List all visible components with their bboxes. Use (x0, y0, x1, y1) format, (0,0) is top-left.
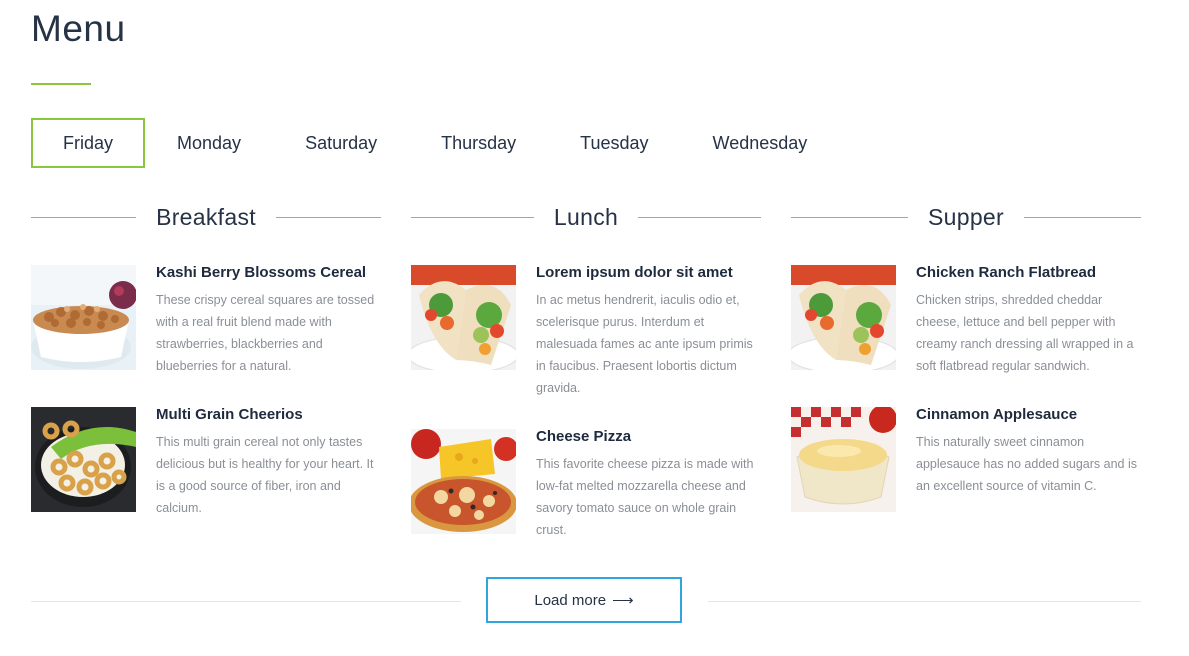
item-description: Chicken strips, shredded cheddar cheese,… (916, 293, 1134, 373)
cheerios-photo[interactable] (31, 407, 136, 512)
item-name[interactable]: Kashi Berry Blossoms Cereal (156, 265, 381, 281)
tab-wednesday[interactable]: Wednesday (681, 118, 840, 168)
tab-monday[interactable]: Monday (145, 118, 273, 168)
arrow-right-icon: ⟶ (612, 592, 634, 609)
tab-friday[interactable]: Friday (31, 118, 146, 168)
menu-item: Cheese Pizza This favorite cheese pizza … (411, 429, 761, 541)
menu-item: Multi Grain Cheerios This multi grain ce… (31, 407, 381, 519)
item-description: This naturally sweet cinnamon applesauce… (916, 435, 1137, 493)
load-more-button[interactable]: Load more ⟶ (486, 577, 682, 623)
header-divider (31, 216, 137, 218)
lunch-header: Lunch (411, 200, 762, 234)
item-description: In ac metus hendrerit, iaculis odio et, … (536, 293, 753, 395)
pizza-photo[interactable] (411, 429, 516, 534)
header-divider (411, 216, 534, 218)
tab-tuesday[interactable]: Tuesday (548, 118, 680, 168)
item-name[interactable]: Lorem ipsum dolor sit amet (536, 265, 761, 281)
item-description: This multi grain cereal not only tastes … (156, 435, 374, 515)
applesauce-photo[interactable] (791, 407, 896, 512)
breakfast-column: Breakfast Kashi Berry Blossoms Cereal Th… (31, 200, 382, 549)
menu-item: Kashi Berry Blossoms Cereal These crispy… (31, 265, 381, 377)
breakfast-header: Breakfast (31, 200, 382, 234)
item-name[interactable]: Cheese Pizza (536, 429, 761, 445)
flatbread-photo[interactable] (791, 265, 896, 370)
footer-divider-left (31, 601, 461, 602)
item-description: This favorite cheese pizza is made with … (536, 457, 754, 537)
lunch-column: Lunch Lorem ipsum dolor sit amet In ac m… (411, 200, 762, 571)
supper-column: Supper Chicken Ranch Flatbread Chicken s… (791, 200, 1141, 542)
wrap-photo[interactable] (411, 265, 516, 370)
item-name[interactable]: Multi Grain Cheerios (156, 407, 381, 423)
page-title: Menu (31, 8, 126, 49)
header-divider (791, 216, 909, 218)
header-divider (275, 216, 382, 218)
meal-title-lunch: Lunch (553, 203, 619, 230)
day-tabs: Friday Monday Saturday Thursday Tuesday … (31, 118, 839, 168)
supper-header: Supper (791, 200, 1141, 234)
tab-saturday[interactable]: Saturday (273, 118, 409, 168)
header-divider (1023, 216, 1141, 218)
item-name[interactable]: Cinnamon Applesauce (916, 407, 1141, 423)
meal-title-supper: Supper (928, 203, 1004, 230)
item-description: These crispy cereal squares are tossed w… (156, 293, 375, 373)
title-underline (31, 83, 91, 85)
header-divider (638, 216, 762, 218)
menu-item: Lorem ipsum dolor sit amet In ac metus h… (411, 265, 761, 399)
menu-item: Chicken Ranch Flatbread Chicken strips, … (791, 265, 1141, 377)
footer-divider-right (708, 601, 1141, 602)
menu-item: Cinnamon Applesauce This naturally sweet… (791, 407, 1141, 512)
cereal-bowl-photo[interactable] (31, 265, 136, 370)
load-more-label: Load more (534, 591, 607, 609)
item-name[interactable]: Chicken Ranch Flatbread (916, 265, 1141, 281)
tab-thursday[interactable]: Thursday (409, 118, 548, 168)
meal-title-breakfast: Breakfast (156, 203, 256, 230)
